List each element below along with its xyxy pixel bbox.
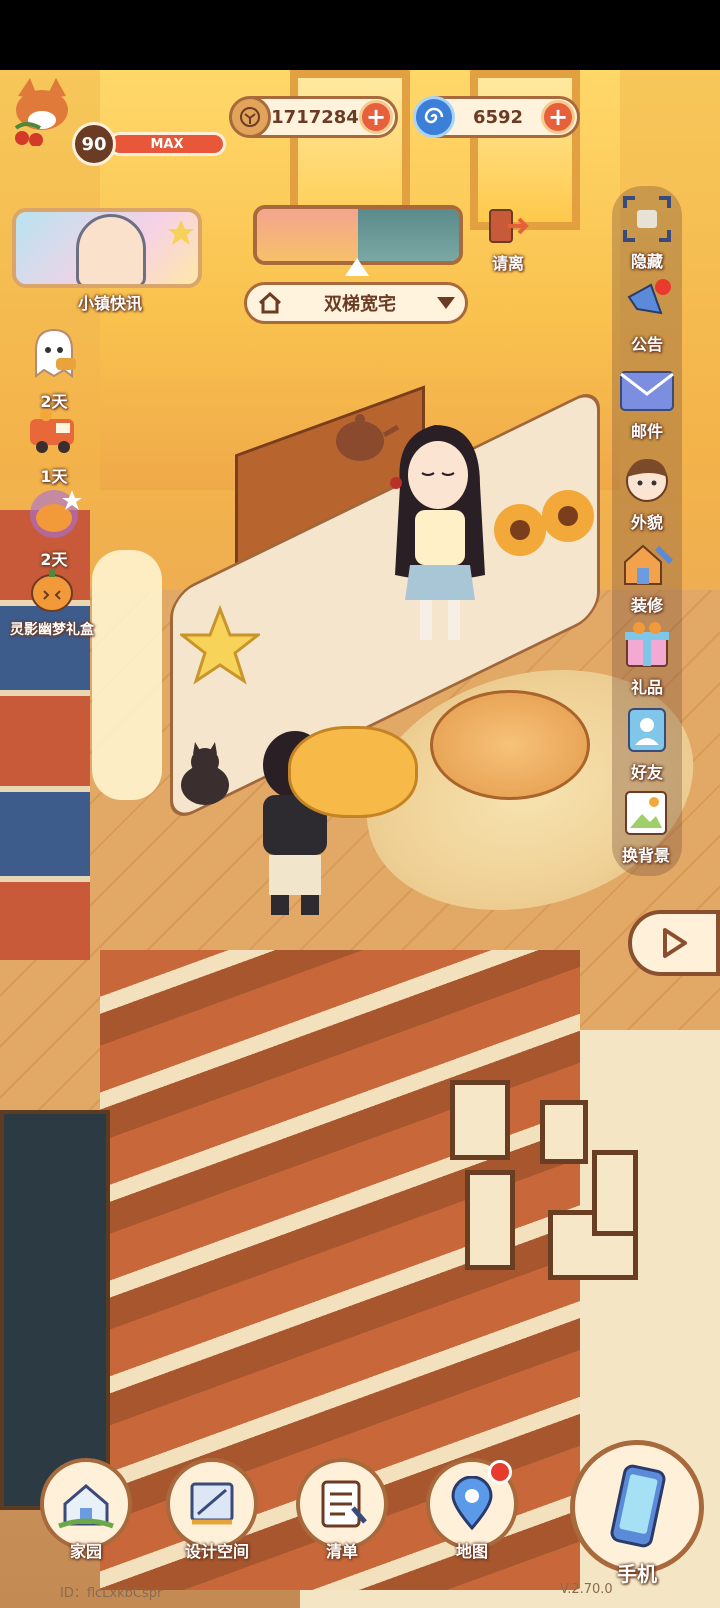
friend-icon [628, 708, 666, 752]
add-coins-button[interactable]: + [359, 100, 393, 134]
teapot[interactable] [320, 405, 400, 465]
list-button[interactable] [296, 1458, 388, 1550]
town-news-label: 小镇快讯 [77, 294, 142, 313]
map-button[interactable] [426, 1458, 518, 1550]
level-indicator[interactable]: MAX 90 [10, 78, 226, 166]
decorate-button[interactable]: 装修 [612, 538, 682, 616]
day-night-toggle[interactable] [253, 205, 463, 265]
gift-icon [625, 622, 669, 667]
phone-icon [610, 1464, 666, 1548]
leave-label: 请离 [491, 254, 524, 273]
house-selector[interactable]: 双梯宽宅 [244, 282, 468, 324]
chevron-down-icon [437, 297, 455, 309]
gem-value: 6592 [472, 106, 524, 128]
round-coffee-table[interactable] [430, 690, 590, 800]
friends-button[interactable]: 好友 [612, 705, 682, 783]
map-label: 地图 [455, 1542, 488, 1561]
event-ghost[interactable]: 2天 [14, 326, 94, 412]
event-name: 灵影幽梦礼盒 [10, 622, 94, 638]
map-notification-badge [488, 1460, 512, 1484]
ghost-icon [35, 328, 76, 378]
level-number: 90 [81, 133, 107, 155]
home-label: 家园 [69, 1542, 102, 1561]
hide-icon [623, 196, 671, 242]
face-icon [626, 459, 668, 502]
truck-icon [30, 409, 74, 453]
leave-button[interactable]: 请离 [482, 206, 534, 276]
star-pillow[interactable] [180, 605, 260, 685]
version-text: V.2.70.0 [560, 1582, 613, 1597]
black-cat[interactable] [170, 740, 240, 810]
background-icon [625, 791, 667, 835]
phone-button[interactable] [570, 1440, 704, 1574]
pouf[interactable] [288, 726, 418, 818]
picture-frame[interactable] [540, 1100, 588, 1164]
level-badge: 90 [72, 122, 116, 166]
coin-value: 1717284 [271, 106, 359, 128]
swirl-gem-icon [413, 96, 455, 138]
day-panel [257, 209, 358, 261]
level-status: MAX [150, 136, 184, 152]
wine-shelf[interactable] [0, 1110, 110, 1510]
add-gems-button[interactable]: + [541, 100, 575, 134]
design-space-button[interactable] [166, 1458, 258, 1550]
coin-icon [229, 96, 271, 138]
megaphone-icon [627, 279, 671, 315]
announcement-button[interactable]: 公告 [612, 277, 682, 355]
pumpkin-sparkle-icon [30, 490, 82, 538]
decorate-label: 装修 [630, 596, 663, 615]
picture-frame[interactable] [592, 1150, 638, 1236]
news-character-avatar [76, 214, 146, 284]
expand-panel-button[interactable] [628, 910, 720, 976]
hide-button[interactable]: 隐藏 [612, 194, 682, 272]
player-id: ID：flcLxkbCspr [60, 1586, 163, 1601]
announcement-label: 公告 [630, 335, 663, 354]
home-button[interactable] [40, 1458, 132, 1550]
list-label: 清单 [325, 1542, 358, 1561]
floor-lamp[interactable] [92, 550, 162, 800]
list-icon [321, 1480, 367, 1528]
appearance-label: 外貌 [630, 513, 663, 532]
change-background-button[interactable]: 换背景 [606, 788, 686, 866]
friends-label: 好友 [630, 763, 663, 782]
gift-button[interactable]: 礼品 [612, 620, 682, 698]
map-pin-icon [451, 1476, 493, 1531]
coin-counter[interactable]: 1717284 + [229, 96, 398, 138]
sunflower-pillows[interactable] [490, 480, 600, 570]
picture-frame[interactable] [450, 1080, 510, 1160]
house-name: 双梯宽宅 [324, 294, 396, 315]
event-gift-box[interactable]: 灵影幽梦礼盒 [2, 565, 102, 639]
house-wrench-icon [624, 544, 674, 585]
mail-label: 邮件 [630, 422, 663, 441]
event-truck[interactable]: 1天 [14, 405, 94, 487]
home-icon [58, 1484, 114, 1529]
picture-frame[interactable] [465, 1170, 515, 1270]
exit-door-icon [489, 209, 529, 243]
change-background-label: 换背景 [621, 846, 670, 865]
design-icon [190, 1482, 234, 1525]
house-icon [258, 291, 282, 314]
event-pumpkin-sparkle[interactable]: 2天 [14, 484, 94, 570]
hide-label: 隐藏 [630, 252, 663, 271]
time-pointer-icon [345, 258, 369, 276]
level-max-bar: MAX [108, 132, 226, 156]
gem-counter[interactable]: 6592 + [413, 96, 580, 138]
pumpkin-icon [31, 569, 73, 612]
mail-icon [620, 371, 674, 411]
play-arrow-icon [663, 928, 687, 958]
mail-button[interactable]: 邮件 [612, 370, 682, 442]
design-space-label: 设计空间 [184, 1542, 249, 1561]
gift-label: 礼品 [630, 678, 663, 697]
appearance-button[interactable]: 外貌 [612, 455, 682, 533]
town-news-banner[interactable] [12, 208, 202, 288]
star-icon [168, 220, 194, 245]
night-panel [358, 209, 459, 261]
